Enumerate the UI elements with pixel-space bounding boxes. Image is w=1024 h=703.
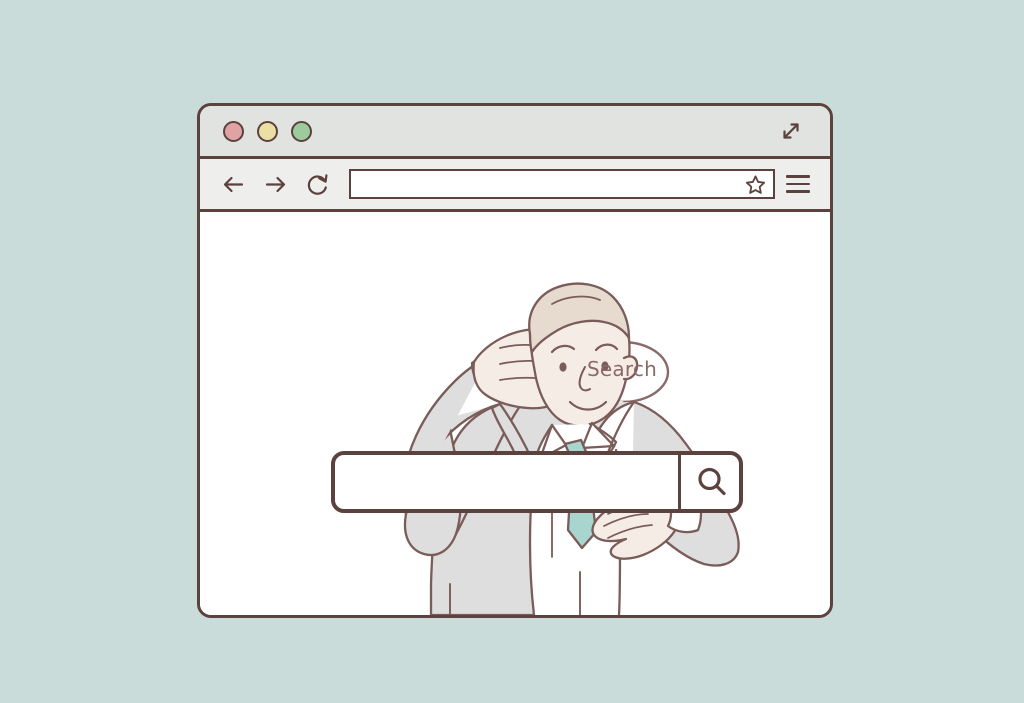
browser-window: Search [197,103,833,618]
navigation-buttons [221,172,330,197]
magnifier-icon[interactable] [692,462,732,502]
search-input[interactable] [331,451,743,513]
close-button[interactable] [223,120,244,142]
hamburger-menu-icon[interactable] [786,175,810,193]
canvas: Search [0,0,1024,703]
arrow-left-icon[interactable] [221,172,246,197]
browser-toolbar [200,159,830,212]
star-icon[interactable] [745,174,766,195]
address-bar[interactable] [349,169,775,199]
reload-icon[interactable] [305,172,330,197]
window-controls [223,120,312,142]
expand-arrows-icon[interactable] [778,118,804,144]
arrow-right-icon[interactable] [263,172,288,197]
minimize-button[interactable] [257,120,278,142]
page-content: Search [200,212,830,615]
browser-title-bar [200,106,830,159]
businessman-looking-out-illustration [402,282,740,615]
search-divider [677,454,681,510]
search-widget[interactable] [331,451,743,513]
maximize-button[interactable] [291,120,312,142]
speech-bubble-text: Search [587,357,657,381]
